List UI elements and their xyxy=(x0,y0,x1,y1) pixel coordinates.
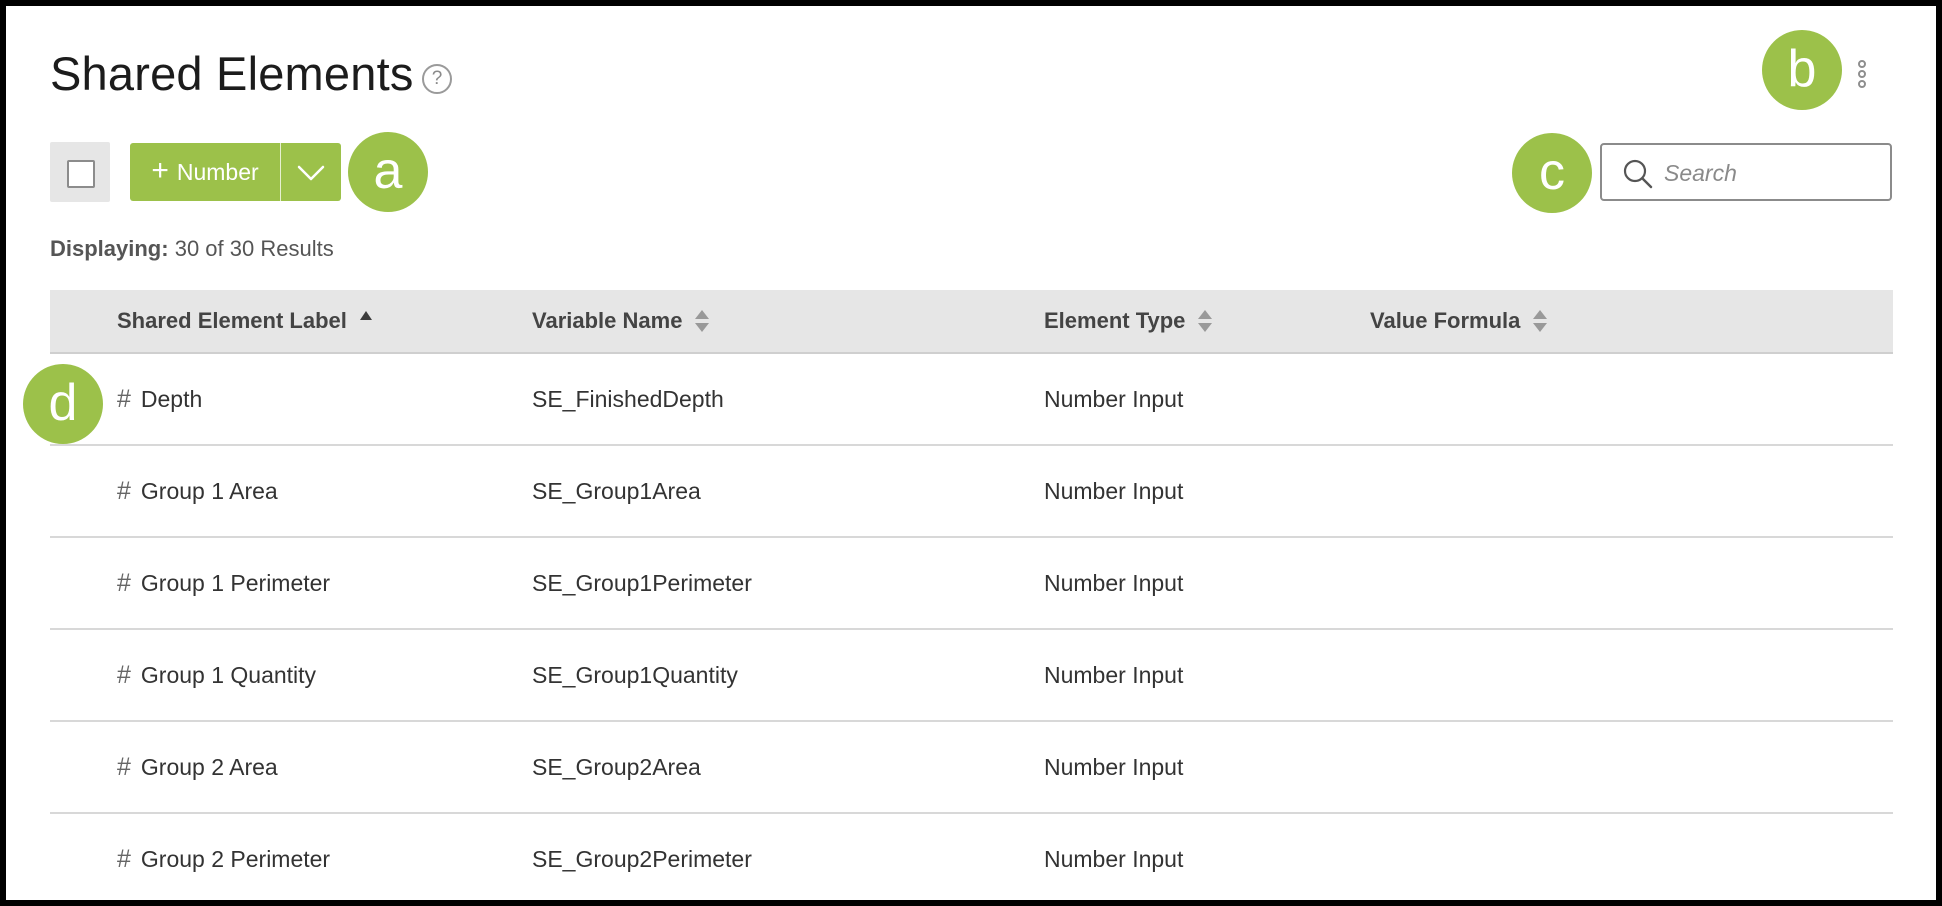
page-title: Shared Elements xyxy=(50,47,414,100)
plus-icon: + xyxy=(151,153,169,187)
row-label: Depth xyxy=(140,385,203,412)
number-type-icon: # xyxy=(117,660,131,689)
table-row[interactable]: # Depth SE_FinishedDepth Number Input xyxy=(50,354,1893,446)
help-icon[interactable]: ? xyxy=(422,64,452,94)
row-label: Group 1 Quantity xyxy=(140,661,317,688)
add-type-dropdown-button[interactable] xyxy=(281,143,341,201)
column-header-formula[interactable]: Value Formula xyxy=(1370,290,1548,352)
results-count-label: Displaying: xyxy=(50,236,169,261)
column-header-text: Element Type xyxy=(1044,308,1186,333)
number-type-icon: # xyxy=(117,384,131,413)
table-row[interactable]: # Group 2 Area SE_Group2Area Number Input xyxy=(50,722,1893,814)
cell-type: Number Input xyxy=(1044,845,1184,872)
sort-icon xyxy=(695,310,710,332)
number-type-icon: # xyxy=(117,844,131,873)
results-count-value: 30 of 30 Results xyxy=(174,236,334,261)
cell-label: # Group 2 Area xyxy=(117,722,278,812)
sort-icon xyxy=(1198,310,1213,332)
column-header-text: Variable Name xyxy=(532,308,683,333)
column-header-label[interactable]: Shared Element Label xyxy=(117,290,373,352)
row-label: Group 2 Area xyxy=(140,753,278,780)
table-header: Shared Element Label Variable Name Eleme… xyxy=(50,290,1893,354)
column-header-text: Value Formula xyxy=(1370,308,1521,333)
sort-icon xyxy=(1533,310,1548,332)
cell-type: Number Input xyxy=(1044,661,1184,688)
cell-label: # Group 1 Quantity xyxy=(117,630,316,720)
shared-elements-table: Shared Element Label Variable Name Eleme… xyxy=(50,290,1893,900)
cell-type: Number Input xyxy=(1044,477,1184,504)
row-label: Group 1 Area xyxy=(140,477,278,504)
row-label: Group 1 Perimeter xyxy=(140,569,331,596)
callout-badge-b: b xyxy=(1762,30,1842,110)
checkbox-box xyxy=(67,160,95,188)
column-header-variable[interactable]: Variable Name xyxy=(532,290,710,352)
search-box xyxy=(1600,143,1892,201)
add-number-label: Number xyxy=(176,158,259,185)
column-header-text: Shared Element Label xyxy=(117,308,347,333)
cell-label: # Group 2 Perimeter xyxy=(117,814,330,900)
number-type-icon: # xyxy=(117,476,131,505)
cell-variable: SE_Group2Area xyxy=(532,753,701,780)
cell-variable: SE_Group1Area xyxy=(532,477,701,504)
select-all-checkbox[interactable] xyxy=(50,142,110,202)
app-window: Shared Elements ? + Number Displaying: 3… xyxy=(6,6,1936,900)
cell-type: Number Input xyxy=(1044,569,1184,596)
chevron-down-icon xyxy=(297,165,325,181)
number-type-icon: # xyxy=(117,752,131,781)
number-type-icon: # xyxy=(117,568,131,597)
column-header-type[interactable]: Element Type xyxy=(1044,290,1213,352)
table-row[interactable]: # Group 1 Quantity SE_Group1Quantity Numb… xyxy=(50,630,1893,722)
add-number-button: + Number xyxy=(130,143,341,201)
callout-badge-d: d xyxy=(23,364,103,444)
more-options-icon[interactable] xyxy=(1856,60,1868,94)
search-input[interactable] xyxy=(1664,155,1874,191)
callout-badge-c: c xyxy=(1512,133,1592,213)
search-icon xyxy=(1623,159,1653,189)
sort-ascending-icon xyxy=(359,311,372,320)
cell-variable: SE_Group2Perimeter xyxy=(532,845,752,872)
cell-label: # Depth xyxy=(117,354,202,444)
cell-variable: SE_Group1Quantity xyxy=(532,661,738,688)
cell-label: # Group 1 Perimeter xyxy=(117,538,330,628)
cell-variable: SE_FinishedDepth xyxy=(532,385,724,412)
table-row[interactable]: # Group 1 Perimeter SE_Group1Perimeter Nu… xyxy=(50,538,1893,630)
cell-type: Number Input xyxy=(1044,753,1184,780)
row-label: Group 2 Perimeter xyxy=(140,845,331,872)
table-row[interactable]: # Group 1 Area SE_Group1Area Number Input xyxy=(50,446,1893,538)
cell-variable: SE_Group1Perimeter xyxy=(532,569,752,596)
callout-badge-a: a xyxy=(348,132,428,212)
add-number-main-button[interactable]: + Number xyxy=(130,143,280,201)
cell-type: Number Input xyxy=(1044,385,1184,412)
table-row[interactable]: # Group 2 Perimeter SE_Group2Perimeter Nu… xyxy=(50,814,1893,900)
results-count: Displaying: 30 of 30 Results xyxy=(50,236,334,262)
cell-label: # Group 1 Area xyxy=(117,446,278,536)
